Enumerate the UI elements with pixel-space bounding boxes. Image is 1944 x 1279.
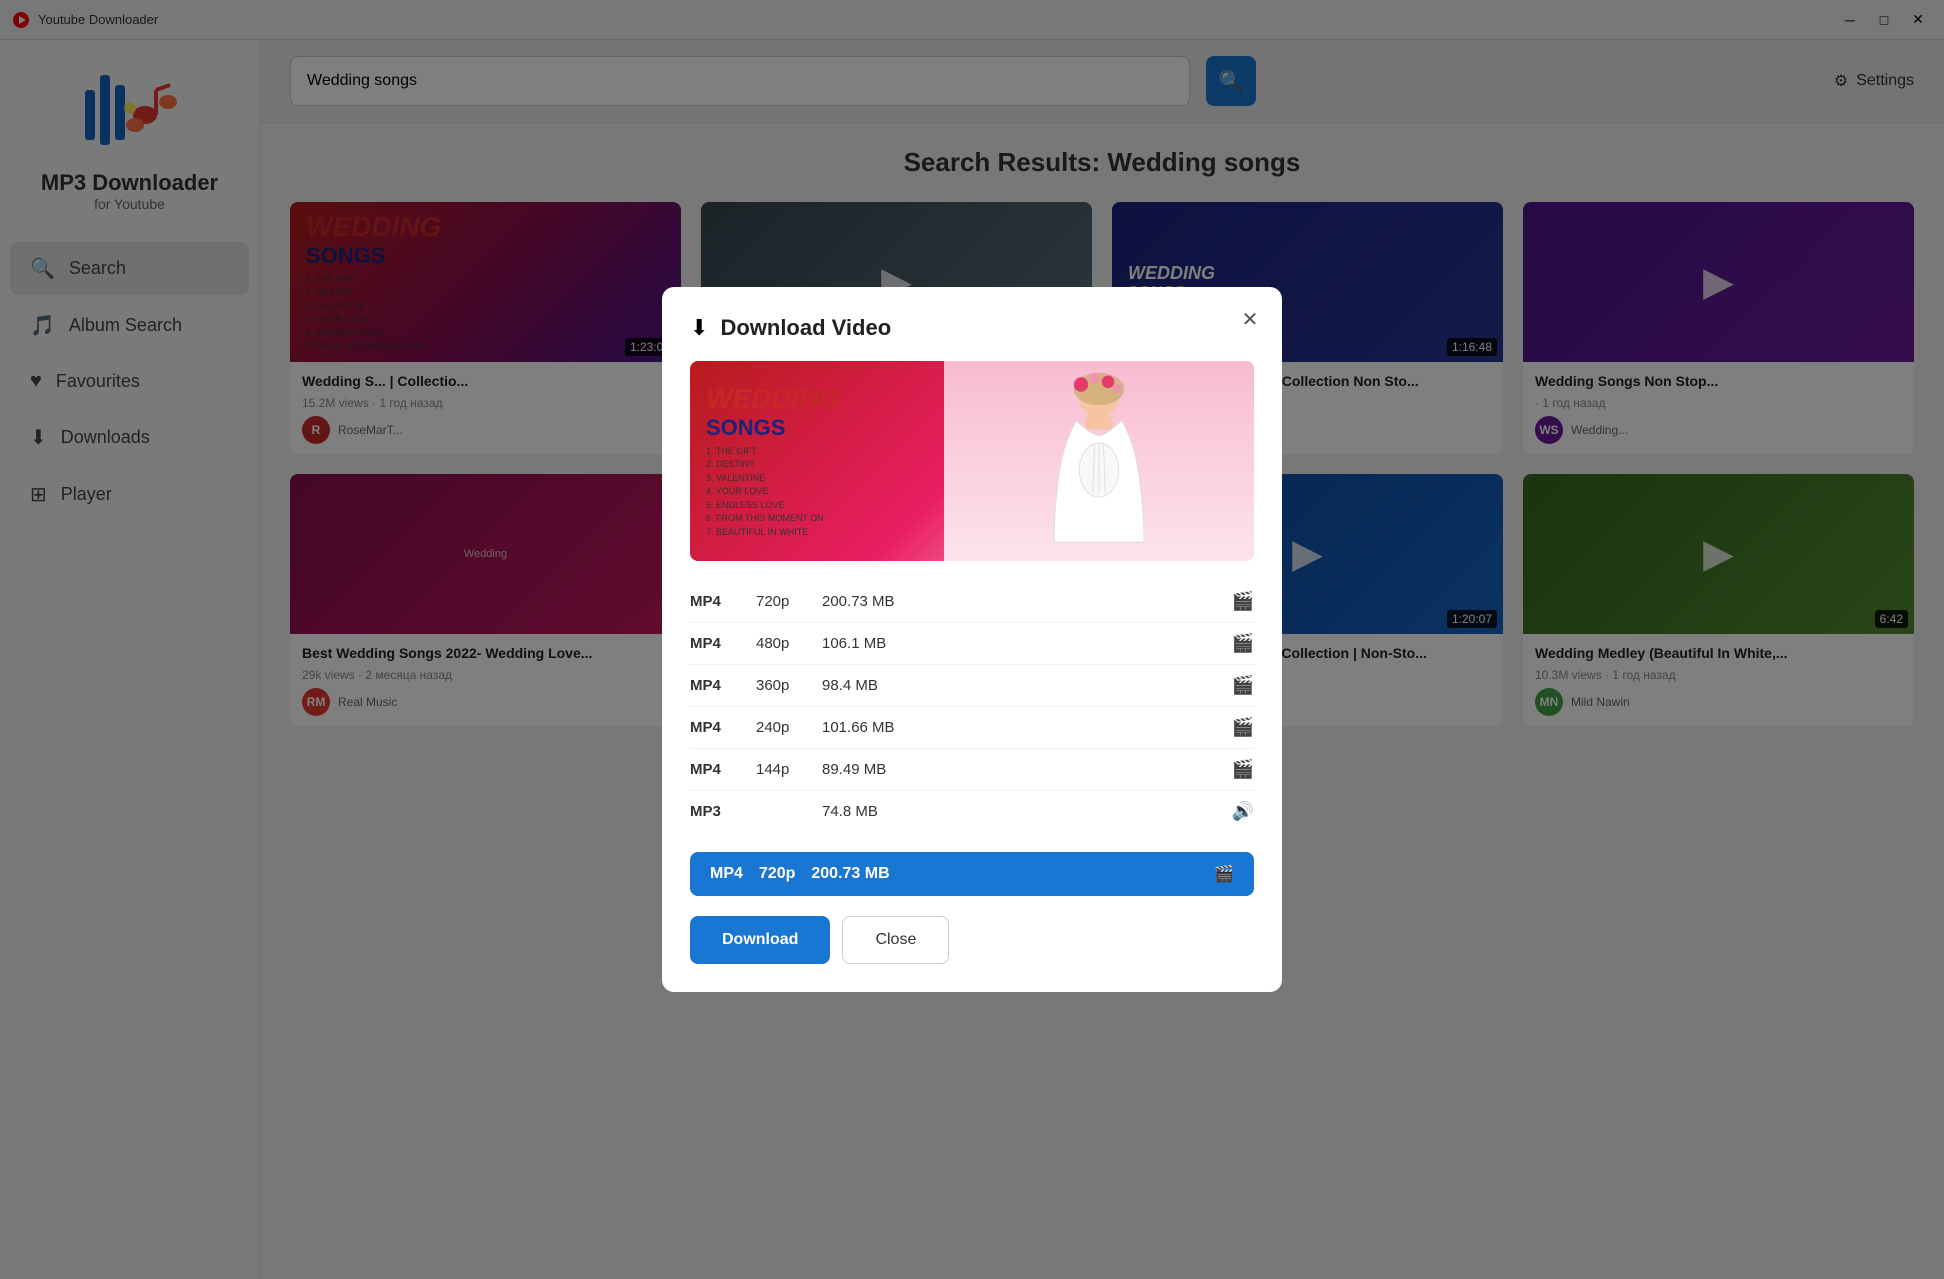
selected-resolution: 720p <box>759 865 795 883</box>
video-format-icon-720p: 🎬 <box>1232 591 1254 612</box>
modal-preview: WEDDING SONGS 1. THE GIFT2. DESTINY3. VA… <box>690 361 1254 561</box>
video-format-icon-240p: 🎬 <box>1232 717 1254 738</box>
format-size-144p: 89.49 MB <box>822 761 1216 778</box>
format-size-360p: 98.4 MB <box>822 677 1216 694</box>
modal-close-button[interactable]: ✕ <box>1234 303 1266 335</box>
preview-text: WEDDING SONGS 1. THE GIFT2. DESTINY3. VA… <box>690 361 972 561</box>
audio-format-icon-mp3: 🔊 <box>1232 801 1254 822</box>
format-row-360p[interactable]: MP4 360p 98.4 MB 🎬 <box>690 665 1254 707</box>
preview-big-text: WEDDING <box>706 383 956 415</box>
selected-size: 200.73 MB <box>811 865 1198 883</box>
selected-format-icon: 🎬 <box>1214 864 1234 884</box>
format-row-720p[interactable]: MP4 720p 200.73 MB 🎬 <box>690 581 1254 623</box>
format-size-480p: 106.1 MB <box>822 635 1216 652</box>
modal-header: ⬇ Download Video <box>690 315 1254 341</box>
format-size-720p: 200.73 MB <box>822 593 1216 610</box>
format-list: MP4 720p 200.73 MB 🎬 MP4 480p 106.1 MB 🎬… <box>690 581 1254 832</box>
format-tag-144p: MP4 <box>690 761 740 778</box>
format-size-240p: 101.66 MB <box>822 719 1216 736</box>
modal-title: Download Video <box>720 315 891 341</box>
video-format-icon-480p: 🎬 <box>1232 633 1254 654</box>
format-row-mp3[interactable]: MP3 74.8 MB 🔊 <box>690 791 1254 832</box>
format-row-240p[interactable]: MP4 240p 101.66 MB 🎬 <box>690 707 1254 749</box>
format-tag-240p: MP4 <box>690 719 740 736</box>
format-tag-360p: MP4 <box>690 677 740 694</box>
format-res-480p: 480p <box>756 635 806 652</box>
preview-bride-image <box>944 361 1254 561</box>
selected-format-bar: MP4 720p 200.73 MB 🎬 <box>690 852 1254 896</box>
format-res-720p: 720p <box>756 593 806 610</box>
preview-tracklist: 1. THE GIFT2. DESTINY3. VALENTINE4. YOUR… <box>706 445 956 540</box>
modal-actions: Download Close <box>690 916 1254 964</box>
modal-close-action-button[interactable]: Close <box>842 916 949 964</box>
format-res-360p: 360p <box>756 677 806 694</box>
selected-tag: MP4 <box>710 865 743 883</box>
modal-download-icon: ⬇ <box>690 315 708 341</box>
video-format-icon-144p: 🎬 <box>1232 759 1254 780</box>
download-modal: ⬇ Download Video ✕ WEDDING SONGS 1. THE … <box>662 287 1282 992</box>
format-res-144p: 144p <box>756 761 806 778</box>
format-tag-mp3: MP3 <box>690 803 740 820</box>
format-size-mp3: 74.8 MB <box>822 803 1216 820</box>
format-res-240p: 240p <box>756 719 806 736</box>
modal-overlay[interactable]: ⬇ Download Video ✕ WEDDING SONGS 1. THE … <box>0 0 1944 1279</box>
video-format-icon-360p: 🎬 <box>1232 675 1254 696</box>
preview-songs-text: SONGS <box>706 415 956 441</box>
format-tag-720p: MP4 <box>690 593 740 610</box>
format-row-144p[interactable]: MP4 144p 89.49 MB 🎬 <box>690 749 1254 791</box>
format-tag-480p: MP4 <box>690 635 740 652</box>
download-button[interactable]: Download <box>690 916 830 964</box>
format-row-480p[interactable]: MP4 480p 106.1 MB 🎬 <box>690 623 1254 665</box>
